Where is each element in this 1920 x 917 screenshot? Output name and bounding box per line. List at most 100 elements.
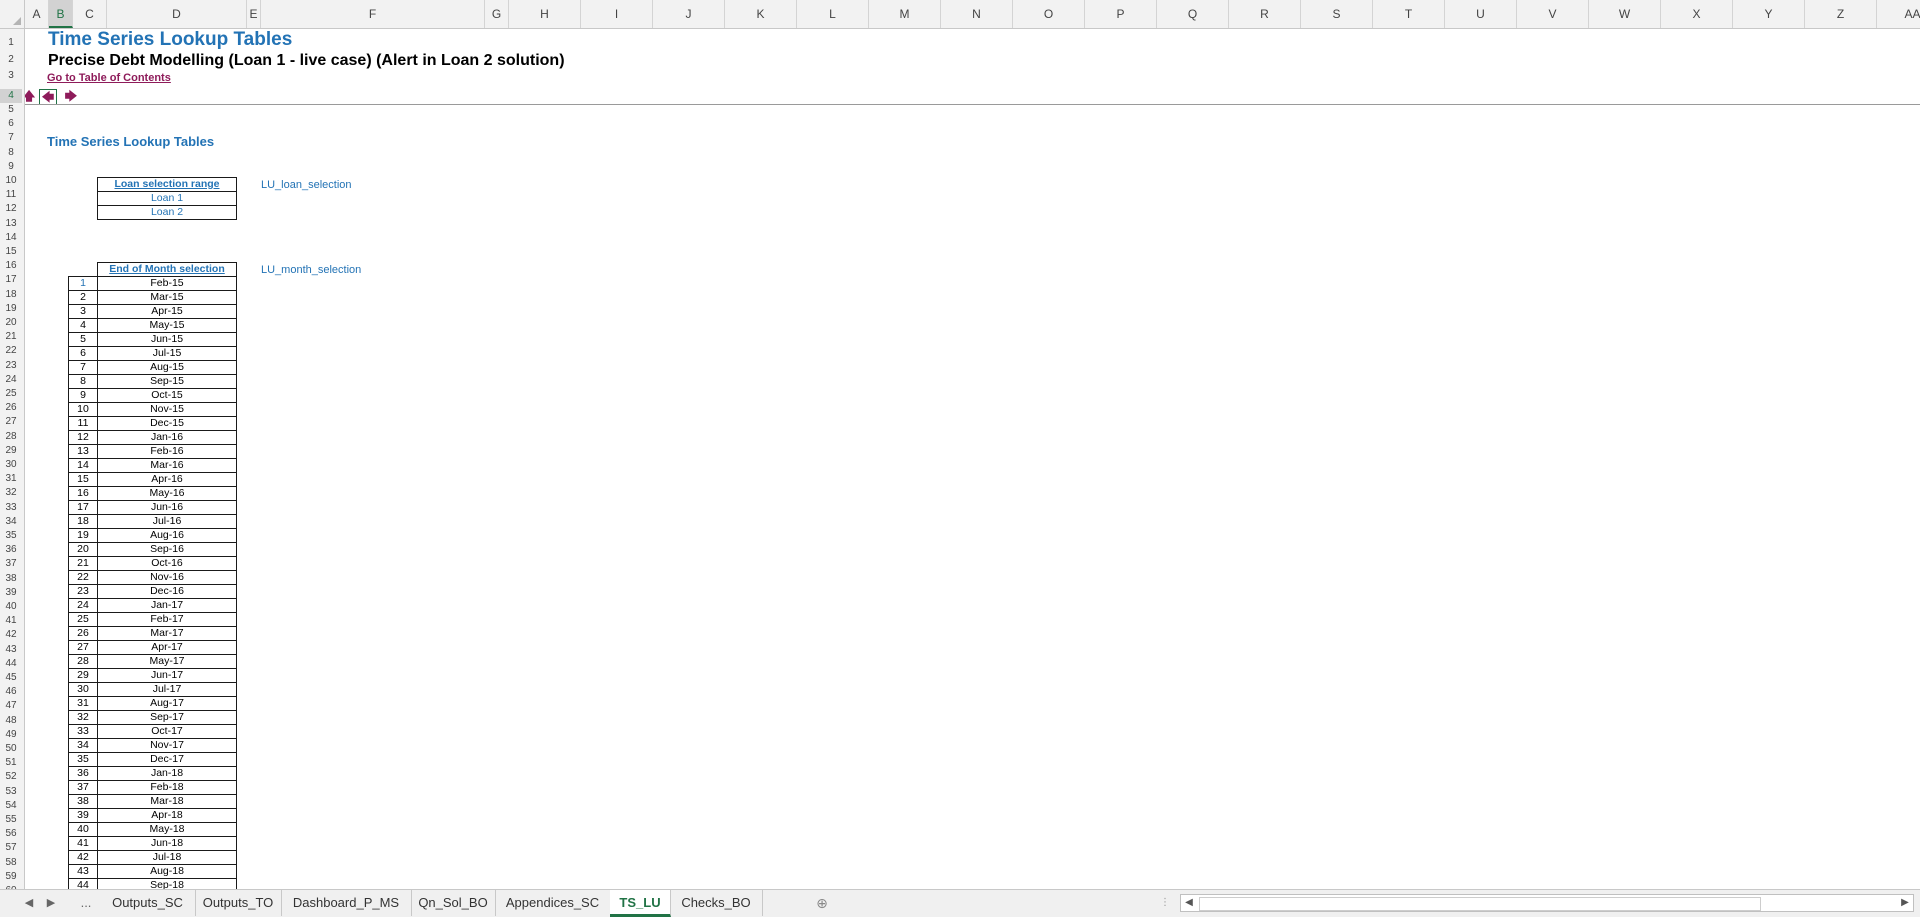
row-number[interactable]: 45 <box>0 671 22 685</box>
column-header[interactable]: U <box>1445 0 1517 28</box>
month-date-cell[interactable]: Feb-15 <box>97 276 237 291</box>
month-index-cell[interactable]: 26 <box>68 626 98 641</box>
month-date-cell[interactable]: Mar-15 <box>97 290 237 305</box>
row-number[interactable]: 35 <box>0 529 22 543</box>
month-index-cell[interactable]: 41 <box>68 836 98 851</box>
month-date-cell[interactable]: Jan-18 <box>97 766 237 781</box>
row-number[interactable]: 20 <box>0 316 22 330</box>
month-index-cell[interactable]: 11 <box>68 416 98 431</box>
column-header[interactable]: Y <box>1733 0 1805 28</box>
month-date-cell[interactable]: Sep-18 <box>97 878 237 889</box>
sheet-tab[interactable]: TS_LU <box>610 890 671 917</box>
worksheet-grid[interactable]: Time Series Lookup Tables Precise Debt M… <box>25 29 1920 889</box>
month-index-cell[interactable]: 25 <box>68 612 98 627</box>
row-number[interactable]: 43 <box>0 643 22 657</box>
month-index-cell[interactable]: 24 <box>68 598 98 613</box>
row-number[interactable]: 7 <box>0 131 22 145</box>
column-header[interactable]: V <box>1517 0 1589 28</box>
row-number[interactable]: 8 <box>0 146 22 160</box>
month-date-cell[interactable]: Mar-18 <box>97 794 237 809</box>
month-index-cell[interactable]: 1 <box>68 276 98 291</box>
column-header[interactable]: D <box>107 0 247 28</box>
column-header[interactable]: Q <box>1157 0 1229 28</box>
row-number[interactable]: 44 <box>0 657 22 671</box>
scroll-left-icon[interactable]: ◀ <box>1181 895 1197 911</box>
month-index-cell[interactable]: 13 <box>68 444 98 459</box>
row-number[interactable]: 16 <box>0 259 22 273</box>
month-index-cell[interactable]: 18 <box>68 514 98 529</box>
row-number[interactable]: 55 <box>0 813 22 827</box>
row-number[interactable]: 42 <box>0 628 22 642</box>
month-index-cell[interactable]: 16 <box>68 486 98 501</box>
month-index-cell[interactable]: 7 <box>68 360 98 375</box>
row-number[interactable]: 26 <box>0 401 22 415</box>
column-header[interactable]: A <box>25 0 49 28</box>
month-index-cell[interactable]: 12 <box>68 430 98 445</box>
row-number[interactable]: 18 <box>0 288 22 302</box>
month-date-cell[interactable]: Feb-16 <box>97 444 237 459</box>
loan-table-header[interactable]: Loan selection range <box>97 177 237 192</box>
month-date-cell[interactable]: Mar-16 <box>97 458 237 473</box>
month-index-cell[interactable]: 23 <box>68 584 98 599</box>
month-index-cell[interactable]: 21 <box>68 556 98 571</box>
nav-up-arrow-icon[interactable]: 🡅 <box>25 89 37 103</box>
row-number[interactable]: 50 <box>0 742 22 756</box>
month-index-cell[interactable]: 10 <box>68 402 98 417</box>
row-number[interactable]: 47 <box>0 699 22 713</box>
loan-option[interactable]: Loan 1 <box>97 191 237 206</box>
month-date-cell[interactable]: Nov-15 <box>97 402 237 417</box>
row-number[interactable]: 53 <box>0 785 22 799</box>
month-date-cell[interactable]: May-18 <box>97 822 237 837</box>
loan-option[interactable]: Loan 2 <box>97 205 237 220</box>
month-index-cell[interactable]: 36 <box>68 766 98 781</box>
column-header[interactable]: E <box>247 0 261 28</box>
month-index-cell[interactable]: 34 <box>68 738 98 753</box>
month-date-cell[interactable]: Nov-16 <box>97 570 237 585</box>
column-header[interactable]: S <box>1301 0 1373 28</box>
column-header[interactable]: AA <box>1877 0 1920 28</box>
month-date-cell[interactable]: Sep-17 <box>97 710 237 725</box>
column-header[interactable]: G <box>485 0 509 28</box>
month-index-cell[interactable]: 39 <box>68 808 98 823</box>
month-date-cell[interactable]: Oct-15 <box>97 388 237 403</box>
month-date-cell[interactable]: May-15 <box>97 318 237 333</box>
month-index-cell[interactable]: 15 <box>68 472 98 487</box>
month-date-cell[interactable]: Aug-16 <box>97 528 237 543</box>
month-index-cell[interactable]: 6 <box>68 346 98 361</box>
month-index-cell[interactable]: 44 <box>68 878 98 889</box>
sheet-tab[interactable]: Dashboard_P_MS <box>281 890 412 916</box>
month-index-cell[interactable]: 14 <box>68 458 98 473</box>
sheet-tab[interactable]: Appendices_SC <box>495 890 611 916</box>
scrollbar-thumb[interactable] <box>1199 897 1761 911</box>
add-sheet-icon[interactable]: ⊕ <box>810 890 834 916</box>
month-date-cell[interactable]: Jun-18 <box>97 836 237 851</box>
month-date-cell[interactable]: Oct-16 <box>97 556 237 571</box>
column-header[interactable]: F <box>261 0 485 28</box>
row-number[interactable]: 4 <box>0 89 22 103</box>
month-date-cell[interactable]: Feb-17 <box>97 612 237 627</box>
column-header[interactable]: L <box>797 0 869 28</box>
month-index-cell[interactable]: 2 <box>68 290 98 305</box>
row-number[interactable]: 15 <box>0 245 22 259</box>
month-date-cell[interactable]: Dec-16 <box>97 584 237 599</box>
month-date-cell[interactable]: Dec-15 <box>97 416 237 431</box>
month-date-cell[interactable]: Aug-17 <box>97 696 237 711</box>
column-header[interactable]: O <box>1013 0 1085 28</box>
column-header[interactable]: T <box>1373 0 1445 28</box>
column-header[interactable]: M <box>869 0 941 28</box>
row-number[interactable]: 33 <box>0 501 22 515</box>
select-all-corner[interactable] <box>0 0 25 28</box>
tab-scroll-right-icon[interactable]: ▶ <box>42 890 60 916</box>
month-index-cell[interactable]: 3 <box>68 304 98 319</box>
month-index-cell[interactable]: 5 <box>68 332 98 347</box>
month-date-cell[interactable]: Apr-18 <box>97 808 237 823</box>
month-date-cell[interactable]: Jun-15 <box>97 332 237 347</box>
month-date-cell[interactable]: Oct-17 <box>97 724 237 739</box>
month-date-cell[interactable]: Jul-15 <box>97 346 237 361</box>
month-index-cell[interactable]: 42 <box>68 850 98 865</box>
row-number[interactable]: 6 <box>0 117 22 131</box>
month-index-cell[interactable]: 40 <box>68 822 98 837</box>
row-number[interactable]: 41 <box>0 614 22 628</box>
row-number[interactable]: 5 <box>0 103 22 117</box>
month-date-cell[interactable]: Dec-17 <box>97 752 237 767</box>
